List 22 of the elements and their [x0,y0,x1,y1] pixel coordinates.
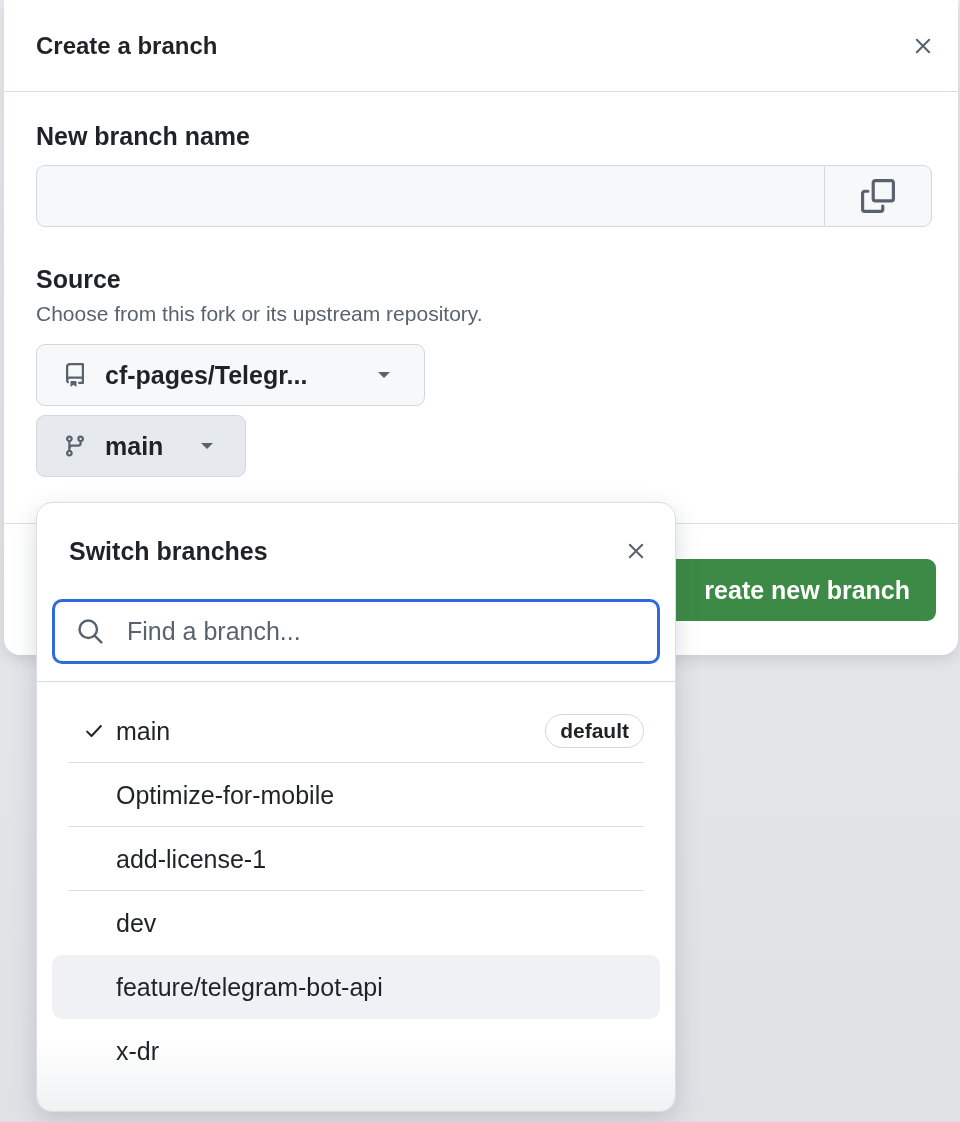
branch-icon [63,434,87,458]
dialog-title: Create a branch [36,31,218,60]
branch-item[interactable]: Optimize-for-mobile [52,763,660,827]
repository-icon [63,363,87,387]
search-field[interactable]: Find a branch... [52,599,660,664]
branch-item[interactable]: feature/telegram-bot-api [52,955,660,1019]
caret-icon [376,370,392,380]
branch-item[interactable]: main default [52,699,660,763]
caret-icon [199,441,215,451]
repository-dropdown[interactable]: cf-pages/Telegr... [36,344,425,406]
branch-item[interactable]: x-dr [52,1019,660,1083]
copy-button[interactable] [824,165,932,227]
branch-dropdown[interactable]: main [36,415,246,477]
branch-item[interactable]: dev [52,891,660,955]
field-label: New branch name [36,122,250,151]
search-icon [76,617,104,645]
branch-item[interactable]: add-license-1 [52,827,660,891]
menu-title: Switch branches [69,536,268,566]
branch-name-field[interactable] [36,165,824,227]
copy-icon [861,179,895,213]
field-label: Source [36,265,121,294]
source-description: Choose from this fork or its upstream repository. [36,302,483,326]
